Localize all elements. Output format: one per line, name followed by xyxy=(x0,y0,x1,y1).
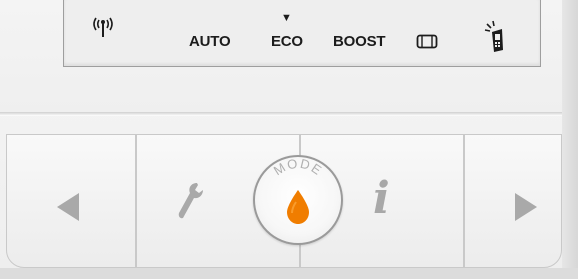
mode-label: MODE xyxy=(271,157,324,178)
phone-light-icon xyxy=(483,20,507,59)
device-bottom-rim xyxy=(0,268,578,279)
triangle-down-icon: ▼ xyxy=(281,12,292,24)
thermostat-device: AUTO ▼ ECO BOOST i MODE xyxy=(0,0,578,279)
arrow-left-icon xyxy=(57,193,79,221)
screen-bezel: AUTO ▼ ECO BOOST xyxy=(0,0,562,112)
arrow-right-icon xyxy=(515,193,537,221)
right-arrow-key[interactable] xyxy=(464,134,562,268)
lcd-display: AUTO ▼ ECO BOOST xyxy=(63,0,541,67)
mode-auto-label: AUTO xyxy=(189,33,231,50)
left-arrow-key[interactable] xyxy=(6,134,136,268)
device-edge xyxy=(562,0,578,279)
mode-eco-label: ECO xyxy=(271,33,303,50)
info-icon: i xyxy=(373,173,390,224)
mode-button[interactable]: MODE xyxy=(253,155,343,245)
wireless-signal-icon xyxy=(90,12,116,43)
drop-icon xyxy=(287,190,309,224)
wrench-icon xyxy=(178,183,203,219)
mode-boost-label: BOOST xyxy=(333,33,386,50)
svg-text:MODE: MODE xyxy=(271,157,326,178)
bezel-divider xyxy=(0,112,562,116)
suitcase-icon xyxy=(416,32,438,55)
